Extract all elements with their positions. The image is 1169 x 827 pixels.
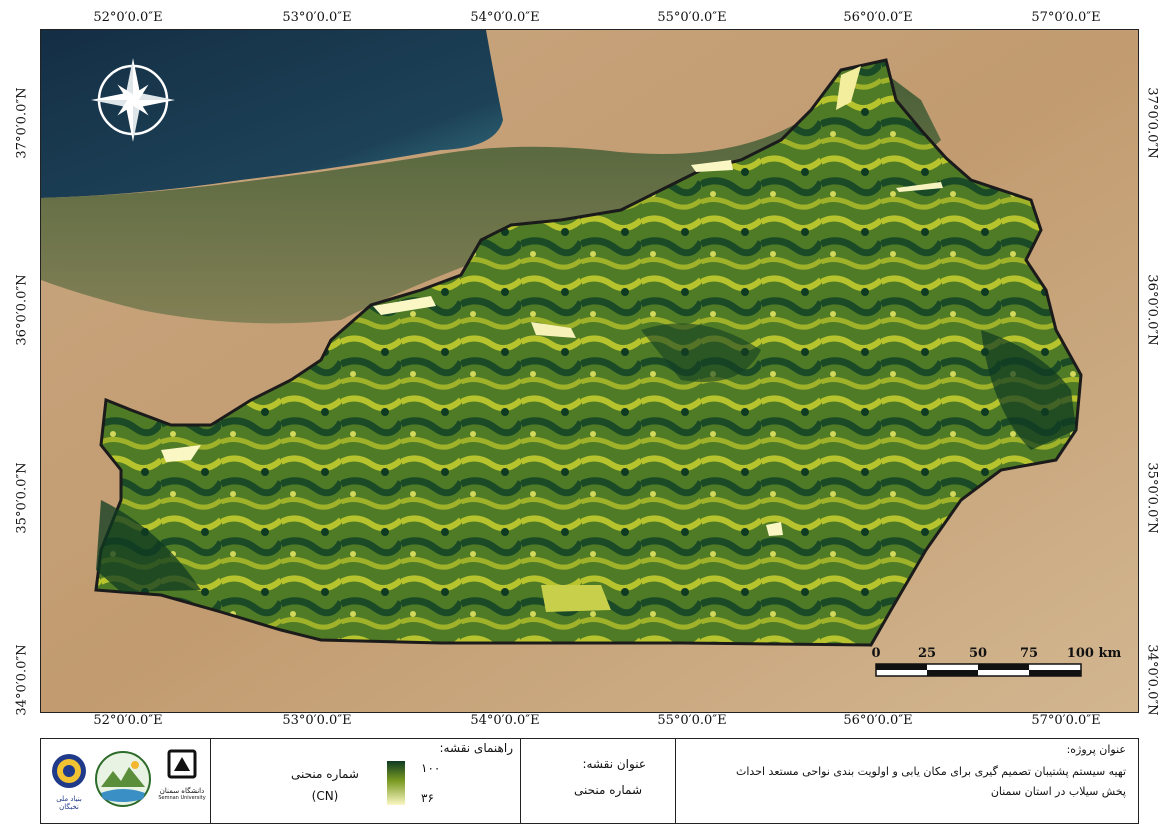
lat-label-right-3: 35°0′0.0″N	[1144, 462, 1160, 534]
legend-item-unit: (CN)	[311, 789, 339, 803]
map-title-panel: عنوان نقشه: شماره منحنی	[520, 738, 677, 824]
semnan-name: دانشگاه سمنان	[159, 787, 205, 795]
project-title-line-1: تهیه سیستم پشتیبان تصمیم گیری برای مکان …	[736, 765, 1126, 778]
lon-label-bottom-6: 57°0′0.0″E	[1031, 713, 1101, 728]
legend-low-value: ۳۶	[421, 791, 434, 805]
legend-panel: راهنمای نقشه: ۱۰۰ ۳۶ شماره منحنی (CN)	[210, 738, 522, 824]
lat-label-left-4: 34°0′0.0″N	[14, 644, 30, 716]
scale-label-100: 100 km	[1066, 646, 1122, 661]
map-title-label: عنوان نقشه:	[582, 757, 646, 771]
landscape-emblem-icon	[95, 751, 151, 807]
project-title-line-2: پخش سیلاب در استان سمنان	[990, 785, 1126, 798]
map-layout: 52°0′0.0″E 53°0′0.0″E 54°0′0.0″E 55°0′0.…	[0, 0, 1169, 827]
lat-label-right-4: 34°0′0.0″N	[1144, 644, 1160, 716]
lat-label-right-2: 36°0′0.0″N	[1144, 274, 1160, 346]
scale-bar	[875, 663, 1082, 677]
dept-logo	[95, 749, 151, 813]
semnan-emblem-icon	[167, 749, 197, 779]
legend-label: راهنمای نقشه:	[439, 741, 513, 755]
scale-label-0: 0	[871, 646, 881, 661]
scale-label-25: 25	[917, 646, 937, 661]
project-title-panel: عنوان پروژه: تهیه سیستم پشتیبان تصمیم گی…	[675, 738, 1139, 824]
lat-label-left-1: 37°0′0.0″N	[14, 87, 30, 159]
project-title-label: عنوان پروژه:	[1066, 743, 1126, 756]
semnan-university-logo: دانشگاه سمنان Semnan University	[157, 749, 207, 801]
cn-color-ramp	[387, 761, 405, 805]
lon-label-bottom-5: 56°0′0.0″E	[843, 713, 913, 728]
lon-label-top-5: 56°0′0.0″E	[843, 10, 913, 25]
elites-foundation-logo: بنیاد ملی نخبگان	[47, 751, 91, 811]
elites-name: بنیاد ملی نخبگان	[56, 795, 82, 811]
legend-high-value: ۱۰۰	[421, 761, 441, 775]
map-svg	[41, 30, 1138, 712]
map-title-value: شماره منحنی	[574, 783, 642, 797]
lon-label-top-6: 57°0′0.0″E	[1031, 10, 1101, 25]
mid-cn-patch	[541, 585, 611, 612]
elites-emblem-icon	[52, 754, 86, 788]
lon-label-top-4: 55°0′0.0″E	[657, 10, 727, 25]
lon-label-bottom-3: 54°0′0.0″E	[470, 713, 540, 728]
lon-label-bottom-4: 55°0′0.0″E	[657, 713, 727, 728]
lon-label-top-3: 54°0′0.0″E	[470, 10, 540, 25]
scale-label-75: 75	[1019, 646, 1039, 661]
lon-label-bottom-1: 52°0′0.0″E	[93, 713, 163, 728]
legend-item-name: شماره منحنی	[291, 767, 359, 781]
lon-label-top-2: 53°0′0.0″E	[282, 10, 352, 25]
map-canvas[interactable]	[40, 29, 1139, 713]
lon-label-top-1: 52°0′0.0″E	[93, 10, 163, 25]
lon-label-bottom-2: 53°0′0.0″E	[282, 713, 352, 728]
lat-label-right-1: 37°0′0.0″N	[1144, 87, 1160, 159]
lat-label-left-3: 35°0′0.0″N	[14, 462, 30, 534]
lat-label-left-2: 36°0′0.0″N	[14, 274, 30, 346]
semnan-en-name: Semnan University	[158, 795, 206, 801]
logos-panel: بنیاد ملی نخبگان دانشگاه سمنان Semnan Un…	[40, 738, 212, 824]
scale-label-50: 50	[968, 646, 988, 661]
